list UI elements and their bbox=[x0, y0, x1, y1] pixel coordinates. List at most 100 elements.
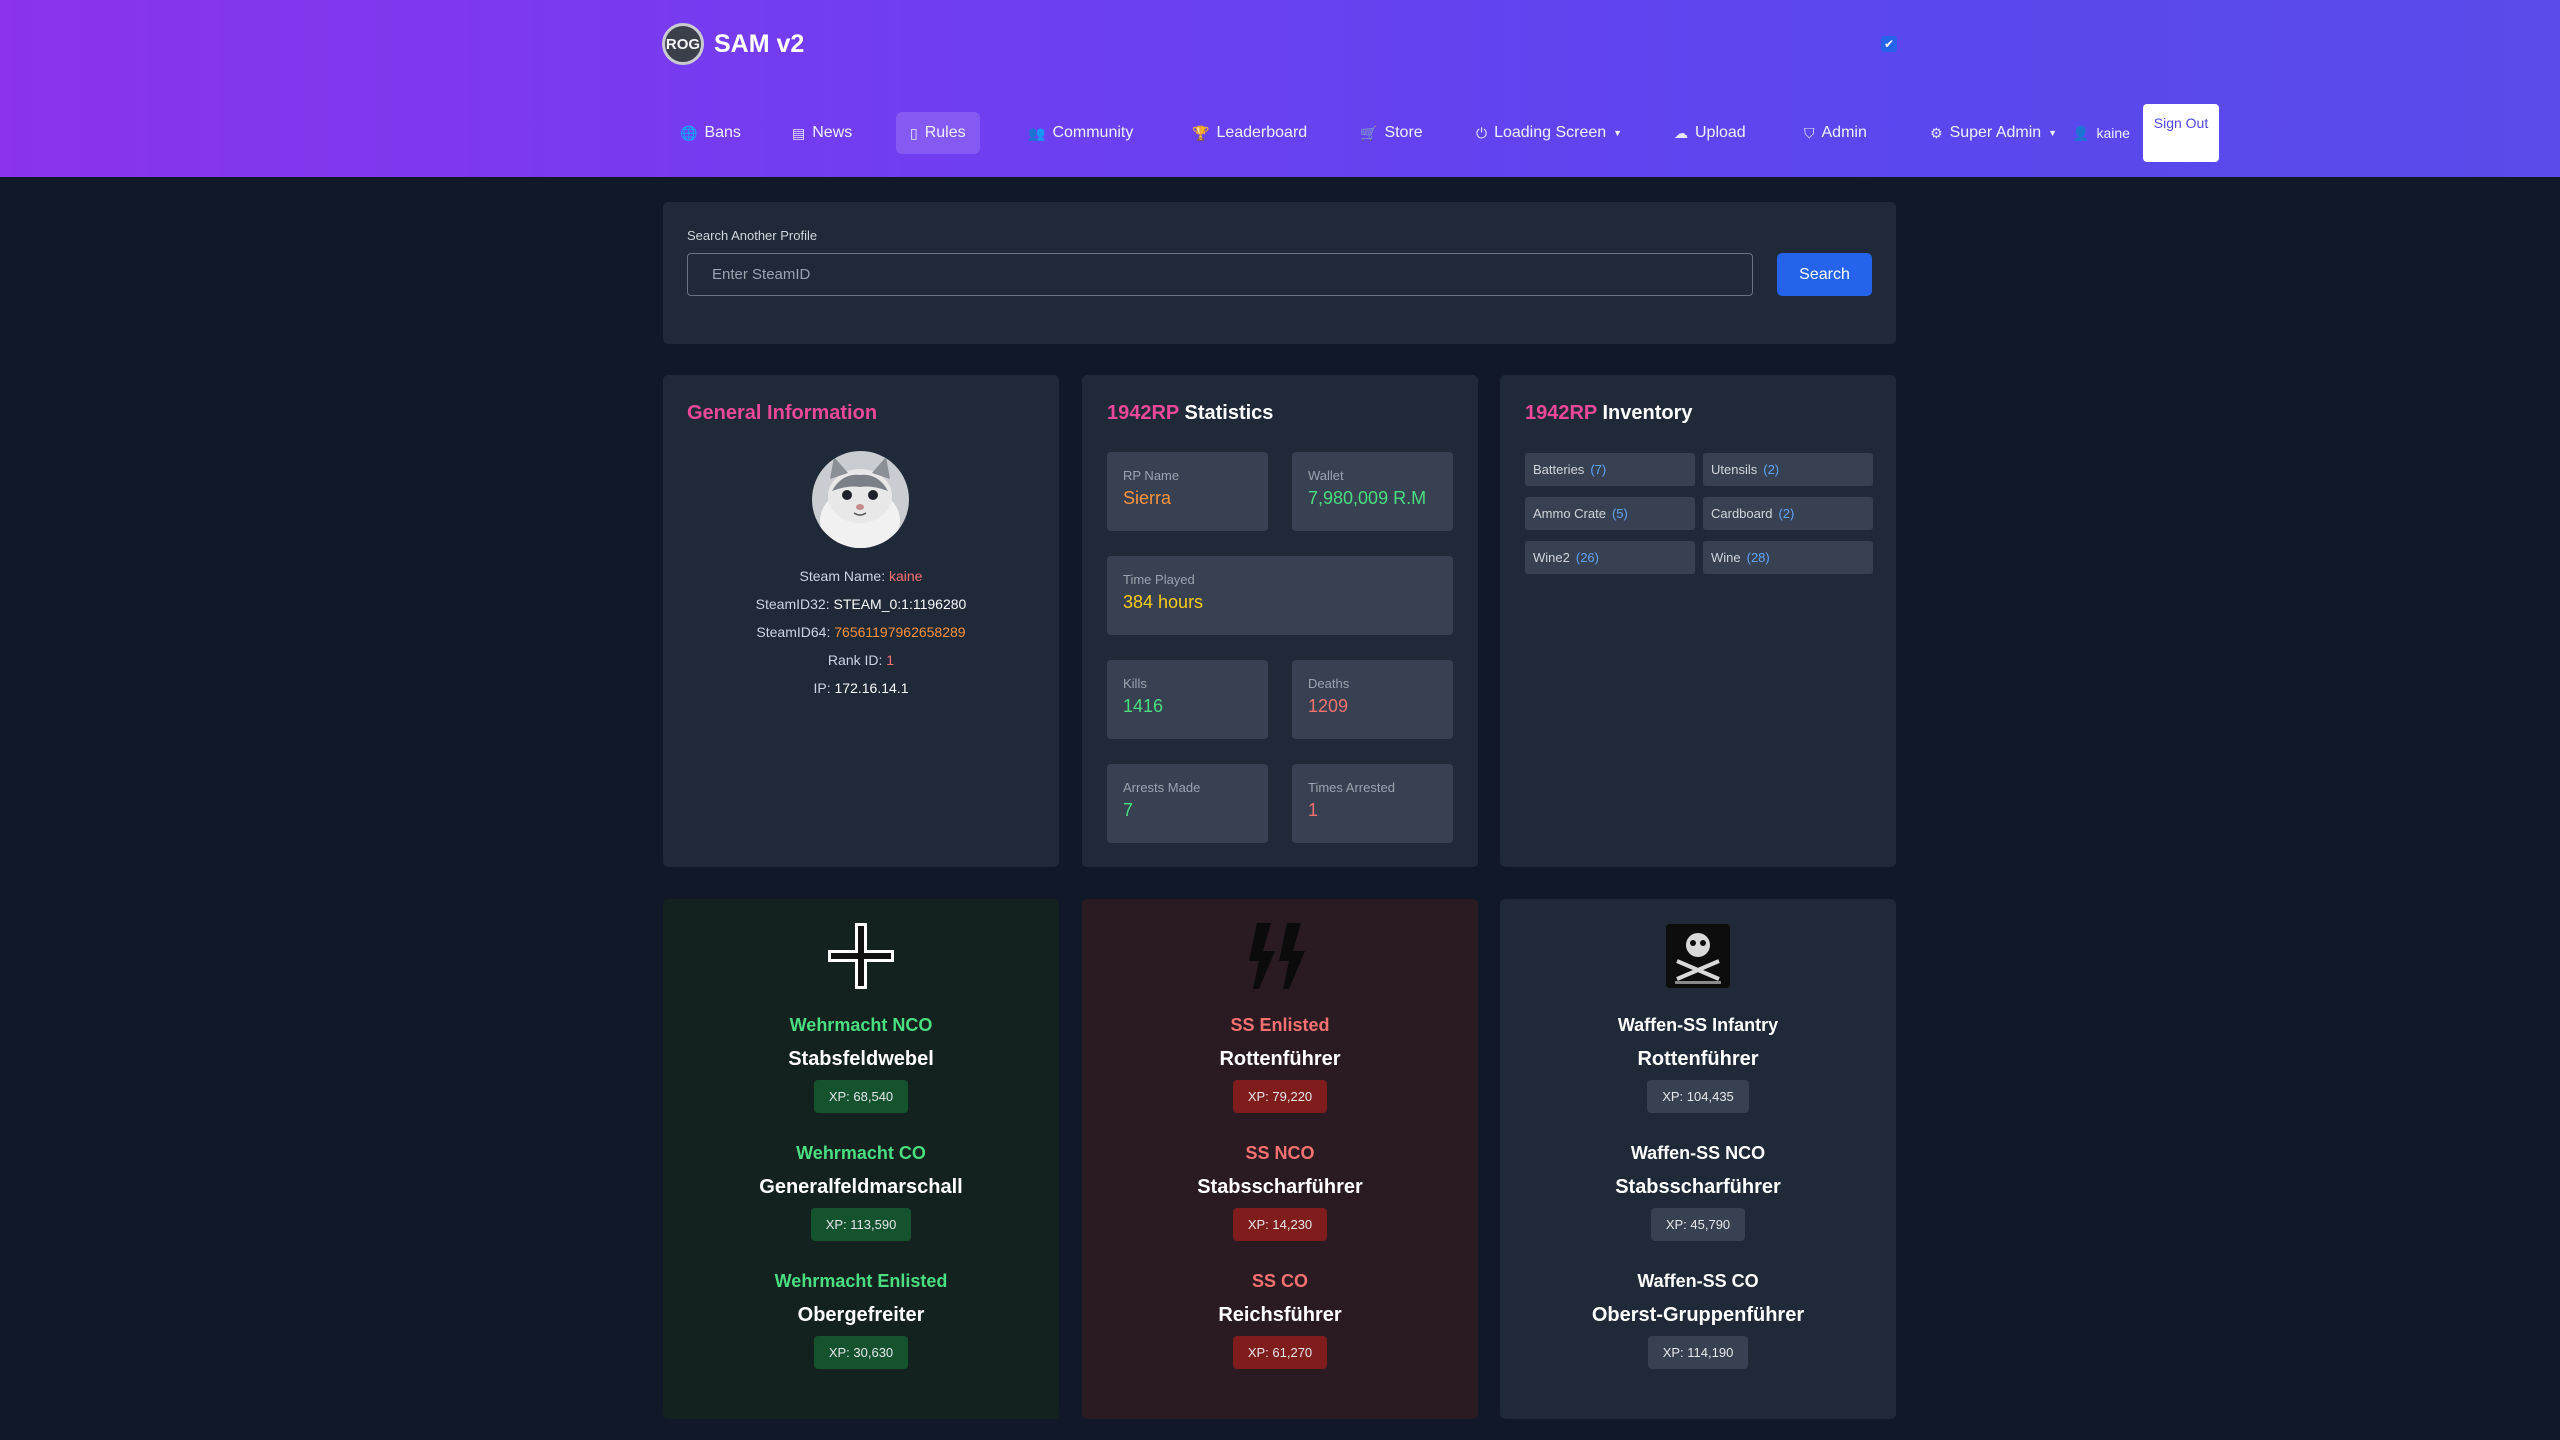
xp-badge: XP: 30,630 bbox=[813, 1336, 909, 1369]
checkbox-icon[interactable]: ✔ bbox=[1881, 36, 1897, 52]
nav-community[interactable]: 👥 Community bbox=[1014, 112, 1147, 154]
search-button[interactable]: Search bbox=[1777, 253, 1872, 296]
nav-store[interactable]: 🛒 Store bbox=[1346, 112, 1437, 154]
inventory-card bbox=[1500, 375, 1896, 867]
faction-rank: Rottenführer bbox=[1219, 1048, 1341, 1070]
statistics-title: 1942RP Statistics bbox=[1107, 402, 1273, 425]
nav-label: Store bbox=[1384, 124, 1423, 141]
user-icon: 👤 bbox=[2072, 124, 2090, 141]
nav-bans[interactable]: 🌐 Bans bbox=[666, 112, 755, 154]
inventory-item: Wine2 (26) bbox=[1525, 541, 1695, 574]
statistics-title-suffix: Statistics bbox=[1184, 402, 1274, 424]
faction-rank: Generalfeldmarschall bbox=[759, 1176, 963, 1198]
inventory-item-count: (2) bbox=[1778, 506, 1795, 521]
ss-faction-card: SS Enlisted Rottenführer XP: 79,220 SS N… bbox=[1082, 899, 1478, 1419]
faction-rank: Rottenführer bbox=[1637, 1048, 1759, 1070]
faction-entry: SS NCO Stabsscharführer XP: 14,230 bbox=[1082, 1143, 1478, 1241]
rank-id-row: Rank ID: 1 bbox=[661, 652, 1061, 668]
inventory-item-count: (26) bbox=[1575, 550, 1599, 565]
xp-badge: XP: 114,190 bbox=[1647, 1336, 1749, 1369]
stat-wallet: Wallet 7,980,009 R.M bbox=[1292, 452, 1453, 531]
faction-name: SS Enlisted bbox=[1230, 1015, 1330, 1035]
stat-times-arrested: Times Arrested 1 bbox=[1292, 764, 1453, 843]
faction-rank: Stabsscharführer bbox=[1615, 1176, 1781, 1198]
faction-rank: Stabsscharführer bbox=[1197, 1176, 1363, 1198]
faction-name: Wehrmacht CO bbox=[796, 1143, 926, 1163]
steam-name-row: Steam Name: kaine bbox=[661, 568, 1061, 584]
nav-label: Super Admin bbox=[1949, 124, 2042, 141]
nav-super-admin[interactable]: ⚙ Super Admin ▼ bbox=[1916, 112, 2071, 154]
stat-rp-name: RP Name Sierra bbox=[1107, 452, 1268, 531]
app-title: SAM v2 bbox=[714, 29, 805, 58]
nav-label: Bans bbox=[704, 124, 741, 141]
brand[interactable]: ROG SAM v2 bbox=[662, 23, 804, 65]
inventory-item: Wine (28) bbox=[1703, 541, 1873, 574]
nav-admin[interactable]: ⛉ Admin bbox=[1790, 112, 1881, 154]
faction-name: Wehrmacht NCO bbox=[789, 1015, 933, 1035]
faction-name: Waffen-SS CO bbox=[1637, 1271, 1759, 1291]
inventory-title: 1942RP Inventory bbox=[1525, 402, 1693, 425]
document-icon: ▯ bbox=[910, 124, 918, 141]
inventory-title-prefix: 1942RP bbox=[1525, 402, 1597, 424]
users-icon: 👥 bbox=[1028, 124, 1046, 141]
gear-icon: ⚙ bbox=[1930, 124, 1943, 141]
search-label: Search Another Profile bbox=[687, 228, 818, 243]
inventory-item: Cardboard (2) bbox=[1703, 497, 1873, 530]
steamid-search-input[interactable] bbox=[687, 253, 1753, 296]
steamid32-row: SteamID32: STEAM_0:1:1196280 bbox=[661, 596, 1061, 612]
inventory-item-name: Ammo Crate bbox=[1533, 506, 1606, 521]
cart-icon: 🛒 bbox=[1360, 124, 1378, 141]
stat-time-played: Time Played 384 hours bbox=[1107, 556, 1453, 635]
nav-label: News bbox=[812, 124, 853, 141]
faction-entry: SS Enlisted Rottenführer XP: 79,220 bbox=[1082, 1015, 1478, 1113]
inventory-item-count: (28) bbox=[1746, 550, 1770, 565]
faction-entry: Wehrmacht NCO Stabsfeldwebel XP: 68,540 bbox=[663, 1015, 1059, 1113]
faction-name: Waffen-SS NCO bbox=[1630, 1143, 1766, 1163]
user-menu[interactable]: 👤 kaine bbox=[2060, 112, 2142, 154]
nav-rules[interactable]: ▯ Rules bbox=[896, 112, 980, 154]
newspaper-icon: ▤ bbox=[792, 124, 806, 141]
nav-label: Upload bbox=[1695, 124, 1746, 141]
ip-label: IP: bbox=[813, 680, 831, 696]
waffen-ss-badge-icon bbox=[1666, 924, 1730, 988]
stat-arrests-made: Arrests Made 7 bbox=[1107, 764, 1268, 843]
stat-label: Deaths bbox=[1308, 676, 1350, 691]
stat-value: Sierra bbox=[1123, 488, 1172, 508]
stat-label: Time Played bbox=[1123, 572, 1195, 587]
inventory-item-name: Wine bbox=[1711, 550, 1741, 565]
rank-id-label: Rank ID: bbox=[827, 652, 883, 668]
inventory-item: Batteries (7) bbox=[1525, 453, 1695, 486]
steamid32-value: STEAM_0:1:1196280 bbox=[833, 596, 967, 612]
faction-rank: Stabsfeldwebel bbox=[788, 1048, 934, 1070]
xp-badge: XP: 14,230 bbox=[1232, 1208, 1328, 1241]
wehrmacht-faction-card: Wehrmacht NCO Stabsfeldwebel XP: 68,540 … bbox=[663, 899, 1059, 1419]
inventory-item: Ammo Crate (5) bbox=[1525, 497, 1695, 530]
stat-value: 1209 bbox=[1308, 696, 1349, 716]
ip-value: 172.16.14.1 bbox=[834, 680, 909, 696]
faction-name: SS NCO bbox=[1245, 1143, 1315, 1163]
xp-badge: XP: 68,540 bbox=[813, 1080, 909, 1113]
nav-loading-screen[interactable]: ⏻ Loading Screen ▼ bbox=[1462, 112, 1636, 154]
faction-entry: Waffen-SS Infantry Rottenführer XP: 104,… bbox=[1500, 1015, 1896, 1113]
sign-out-button[interactable]: Sign Out bbox=[2143, 104, 2219, 162]
general-info-card bbox=[663, 375, 1059, 867]
stat-label: RP Name bbox=[1123, 468, 1180, 483]
nav-label: Rules bbox=[924, 124, 966, 141]
inventory-title-suffix: Inventory bbox=[1602, 402, 1693, 424]
ip-row: IP: 172.16.14.1 bbox=[661, 680, 1061, 696]
steam-name-label: Steam Name: bbox=[799, 568, 886, 584]
nav-upload[interactable]: ☁ Upload bbox=[1660, 112, 1760, 154]
rog-logo: ROG bbox=[662, 23, 704, 65]
nav-label: Community bbox=[1052, 124, 1134, 141]
stat-label: Times Arrested bbox=[1308, 780, 1395, 795]
faction-name: SS CO bbox=[1251, 1271, 1308, 1291]
stat-value: 1 bbox=[1308, 800, 1319, 820]
steamid64-label: SteamID64: bbox=[756, 624, 831, 640]
xp-badge: XP: 104,435 bbox=[1647, 1080, 1749, 1113]
faction-rank: Reichsführer bbox=[1218, 1304, 1342, 1326]
nav-leaderboard[interactable]: 🏆 Leaderboard bbox=[1178, 112, 1321, 154]
xp-badge: XP: 61,270 bbox=[1232, 1336, 1328, 1369]
stat-value: 1416 bbox=[1123, 696, 1164, 716]
faction-rank: Obergefreiter bbox=[797, 1304, 925, 1326]
nav-news[interactable]: ▤ News bbox=[778, 112, 866, 154]
